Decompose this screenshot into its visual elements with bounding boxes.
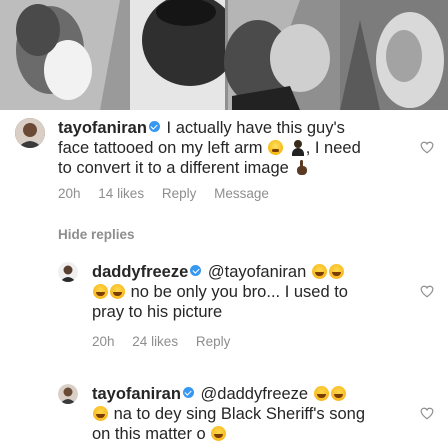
timestamp: 20h (58, 186, 81, 201)
comment-text: tayofaniran I actually have this guy's f… (58, 119, 361, 177)
person-emoji-icon (290, 140, 305, 156)
verified-badge-icon (182, 387, 194, 398)
tired-face-emoji-icon (268, 140, 284, 155)
like-count[interactable]: 24 likes (132, 334, 178, 349)
laughing-emoji-icon (311, 264, 327, 279)
verified-badge-icon (190, 265, 202, 276)
verified-badge-icon (148, 121, 160, 132)
laughing-emoji-icon (328, 264, 344, 279)
avatar[interactable] (58, 262, 78, 282)
laughing-emoji-icon (93, 406, 108, 421)
comment-meta: 20h 14 likes Reply Message (58, 186, 283, 201)
mention[interactable]: @daddyfreeze (201, 385, 309, 403)
username[interactable]: daddyfreeze (92, 263, 188, 281)
hide-replies-button[interactable]: Hide replies (58, 227, 135, 242)
heart-icon[interactable] (420, 141, 434, 154)
username[interactable]: tayofaniran (58, 119, 147, 137)
message-button[interactable]: Message (214, 186, 269, 201)
comment-text: tayofaniran @daddyfreeze na to dey sing … (92, 385, 366, 443)
heart-icon[interactable] (420, 285, 434, 298)
avatar[interactable] (15, 118, 45, 148)
like-count[interactable]: 14 likes (98, 186, 144, 201)
heart-icon[interactable] (420, 407, 434, 420)
post-photo (0, 0, 448, 110)
timestamp: 20h (92, 334, 115, 349)
mention[interactable]: @tayofaniran (208, 263, 306, 281)
laughing-emoji-icon (313, 386, 329, 401)
laughing-emoji-icon (93, 284, 108, 299)
reply-button[interactable]: Reply (162, 186, 197, 201)
laughing-emoji-icon (110, 284, 125, 299)
username[interactable]: tayofaniran (92, 385, 181, 403)
laughing-emoji-icon (211, 426, 227, 441)
reply-button[interactable]: Reply (196, 334, 231, 349)
laughing-emoji-icon (330, 386, 346, 401)
comment-meta: 20h 24 likes Reply (92, 334, 244, 349)
pointing-finger-emoji-icon (294, 160, 309, 175)
comment-text: daddyfreeze @tayofaniran no be only you … (92, 263, 348, 321)
avatar[interactable] (58, 384, 78, 404)
